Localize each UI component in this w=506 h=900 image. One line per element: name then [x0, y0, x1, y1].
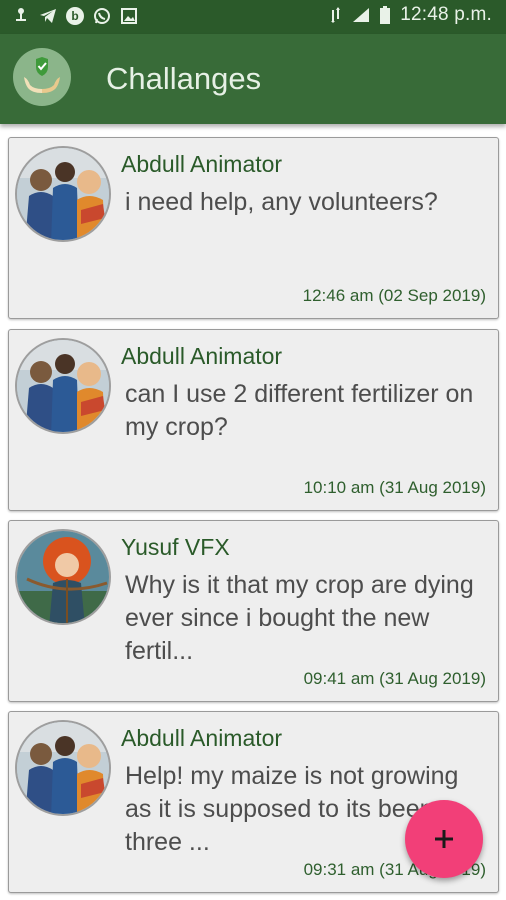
whatsapp-icon [93, 6, 111, 26]
author-name: Abdull Animator [121, 151, 283, 177]
post-message: i need help, any volunteers? [125, 188, 438, 216]
post-timestamp: 12:46 am (02 Sep 2019) [302, 286, 486, 305]
challenge-card[interactable]: Yusuf VFX Why is it that my crop are dyi… [8, 520, 499, 702]
author-name: Abdull Animator [121, 725, 283, 751]
app-bar: Challanges [0, 34, 506, 124]
challenge-list[interactable]: Abdull Animator i need help, any volunte… [0, 124, 506, 900]
post-message: Why is it that my crop are dying ever si… [125, 571, 474, 665]
b-app-icon: b [66, 7, 84, 25]
avatar-trio-icon [15, 146, 111, 242]
challenge-card[interactable]: Abdull Animator can I use 2 different fe… [8, 329, 499, 511]
avatar-archer-icon [15, 529, 111, 625]
notification-icons: b [12, 6, 138, 26]
page-title: Challanges [106, 61, 262, 96]
usb-debug-icon [12, 6, 30, 26]
network-type-icon [328, 5, 346, 25]
status-bar: b 12:48 p.m. [0, 0, 506, 34]
system-icons: 12:48 p.m. [328, 4, 492, 26]
author-name: Yusuf VFX [121, 534, 230, 560]
avatar-trio-icon [15, 338, 111, 434]
plus-icon [435, 830, 453, 848]
post-timestamp: 09:41 am (31 Aug 2019) [303, 669, 486, 688]
status-time: 12:48 p.m. [400, 4, 492, 25]
signal-icon [352, 5, 370, 25]
hands-shield-icon [13, 48, 71, 106]
battery-icon [376, 5, 394, 25]
telegram-icon [39, 6, 57, 26]
avatar-trio-icon [15, 720, 111, 816]
add-challenge-button[interactable] [405, 800, 483, 878]
author-name: Abdull Animator [121, 343, 283, 369]
challenge-card[interactable]: Abdull Animator i need help, any volunte… [8, 137, 499, 319]
image-icon [120, 6, 138, 26]
post-timestamp: 10:10 am (31 Aug 2019) [303, 478, 486, 497]
post-message: can I use 2 different fertilizer on my c… [125, 380, 474, 441]
